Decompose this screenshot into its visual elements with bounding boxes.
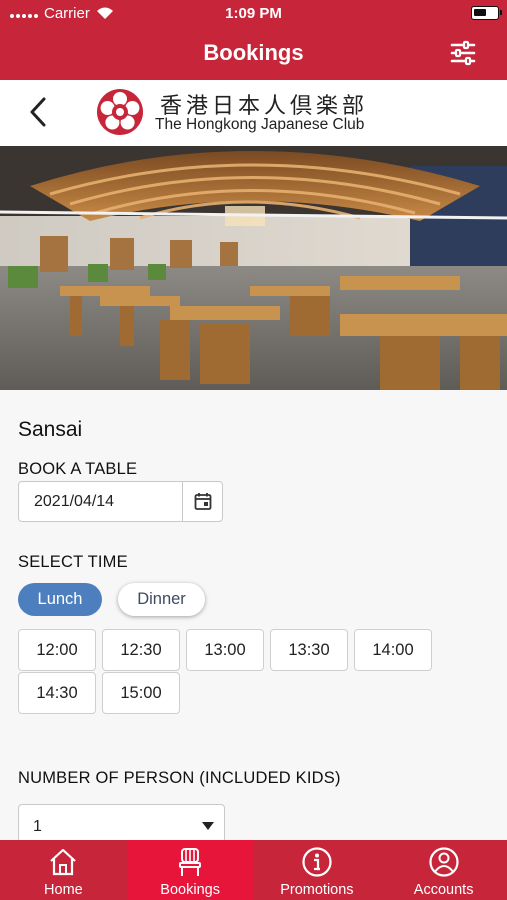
time-slot-1300[interactable]: 13:00	[186, 629, 264, 671]
club-logo	[97, 89, 143, 135]
tab-accounts-label: Accounts	[413, 882, 474, 898]
status-time: 1:09 PM	[225, 5, 282, 22]
date-value[interactable]: 2021/04/14	[19, 482, 182, 521]
tab-home-label: Home	[44, 882, 83, 898]
battery-icon	[471, 6, 502, 20]
chevron-left-icon	[30, 97, 46, 127]
filter-button[interactable]	[449, 40, 477, 66]
back-button[interactable]	[26, 95, 52, 129]
meal-dinner-button[interactable]: Dinner	[118, 583, 205, 616]
user-icon	[429, 847, 459, 877]
tab-bookings[interactable]: Bookings	[126, 840, 254, 900]
restaurant-name: Sansai	[18, 418, 83, 441]
tab-home[interactable]: Home	[0, 840, 127, 900]
calendar-button[interactable]	[182, 482, 222, 521]
tab-promotions-label: Promotions	[280, 882, 354, 898]
home-icon	[50, 848, 77, 876]
time-slot-1430[interactable]: 14:30	[18, 672, 96, 714]
tab-promotions[interactable]: Promotions	[254, 840, 381, 900]
meal-lunch-button[interactable]: Lunch	[18, 583, 102, 616]
time-slot-1330[interactable]: 13:30	[270, 629, 348, 671]
time-slot-1500[interactable]: 15:00	[102, 672, 180, 714]
club-header: 香港日本人倶楽部 The Hongkong Japanese Club	[0, 80, 507, 146]
tab-bar: Home Bookings Promotions Accounts	[0, 840, 507, 900]
status-bar: Carrier 1:09 PM	[0, 0, 507, 26]
book-table-label: BOOK A TABLE	[18, 460, 138, 478]
calendar-icon	[194, 493, 211, 510]
restaurant-photo	[0, 146, 507, 390]
persons-value: 1	[33, 818, 42, 835]
chair-icon	[179, 848, 202, 876]
tab-accounts[interactable]: Accounts	[380, 840, 507, 900]
sliders-icon	[450, 40, 476, 66]
page-title: Bookings	[203, 40, 304, 65]
time-slot-1230[interactable]: 12:30	[102, 629, 180, 671]
club-name-english: The Hongkong Japanese Club	[155, 116, 365, 133]
tab-bookings-label: Bookings	[160, 882, 220, 898]
date-field[interactable]: 2021/04/14	[18, 481, 223, 522]
time-slot-1200[interactable]: 12:00	[18, 629, 96, 671]
info-icon	[302, 847, 332, 877]
nav-bar: Bookings	[0, 26, 507, 80]
persons-label: NUMBER OF PERSON (INCLUDED KIDS)	[18, 769, 341, 787]
time-slot-1400[interactable]: 14:00	[354, 629, 432, 671]
caret-down-icon	[202, 822, 214, 830]
select-time-label: SELECT TIME	[18, 553, 128, 571]
